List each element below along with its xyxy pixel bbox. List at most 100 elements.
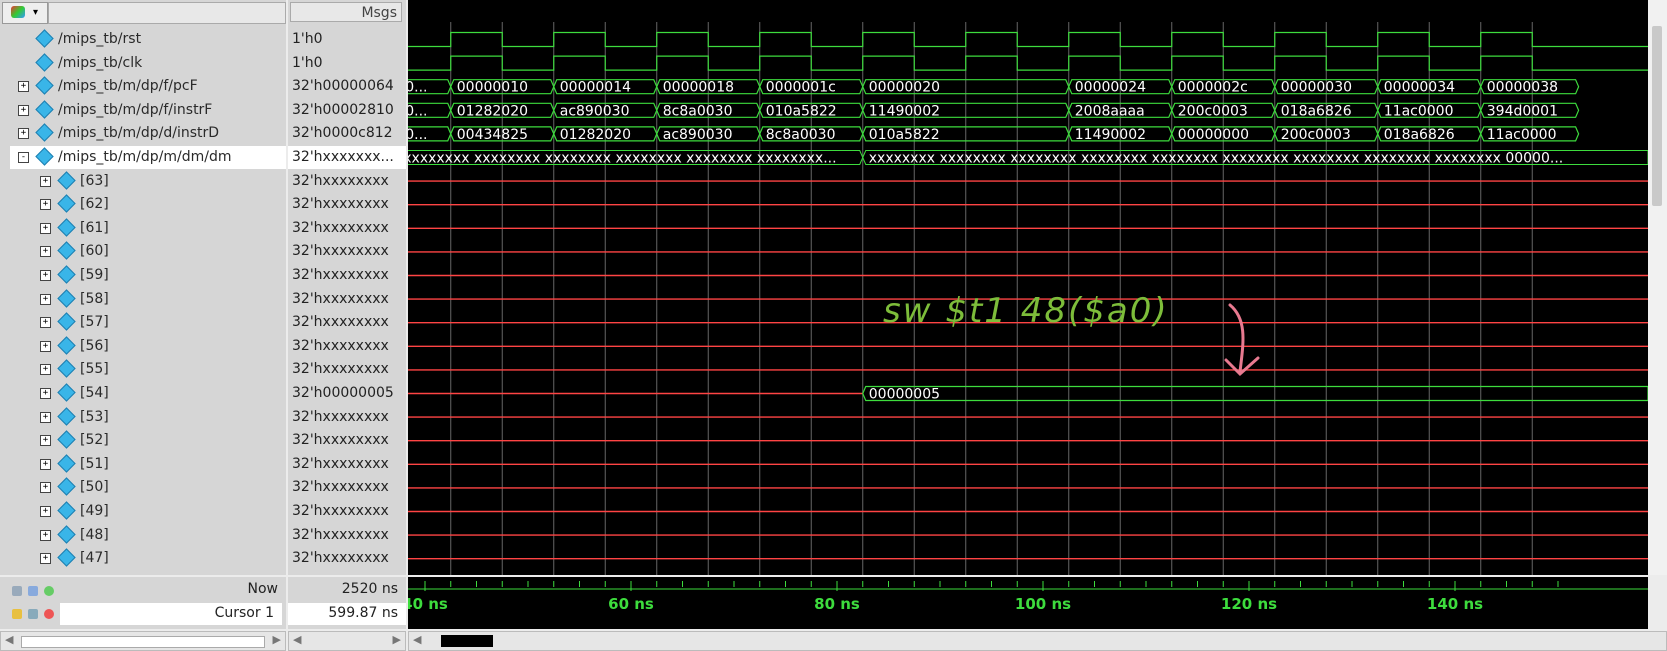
signal-value[interactable]: 32'hxxxxxxxx [288,476,406,499]
expand-icon[interactable]: + [18,128,29,140]
expand-icon[interactable]: + [18,104,29,116]
ruler-tick-label: 80 ns [814,595,860,613]
expand-icon[interactable]: + [40,553,51,565]
signal-value[interactable]: 32'hxxxxxxxx [288,453,406,476]
expand-icon[interactable]: + [40,270,51,281]
signal-row[interactable]: /mips_tb/rst [10,28,286,51]
name-column-header[interactable] [48,2,286,24]
diamond-icon [57,454,76,473]
signal-value[interactable]: 32'hxxxxxxxx [288,170,406,193]
diamond-icon [57,218,76,237]
signal-value[interactable]: 32'h00002810 [288,99,406,122]
name-pane-hscrollbar[interactable]: ◀ ▶ [0,631,286,651]
waveform-pane[interactable]: 0... 00000010 00000014 00000018 0000001c 0000… [408,0,1648,575]
signal-row[interactable]: + /mips_tb/m/dp/d/instrD [10,122,286,145]
signal-value[interactable]: 32'hxxxxxxxx [288,217,406,240]
name-pane-hscroll-thumb[interactable] [21,636,265,648]
signal-row[interactable]: + [53] [10,406,286,429]
msgs-column-header[interactable]: Msgs [290,2,402,22]
signal-row[interactable]: + [59] [10,264,286,287]
signal-row[interactable]: + [56] [10,335,286,358]
signal-value[interactable]: 32'hxxxxxxxx [288,547,406,570]
signal-value[interactable]: 32'hxxxxxxxx [288,524,406,547]
signal-row[interactable]: + [51] [10,453,286,476]
clock-trace [408,31,1648,48]
signal-value[interactable]: 32'h00000064 [288,75,406,98]
zoom-icon[interactable] [12,586,22,596]
signal-value[interactable]: 32'h0000c812 [288,122,406,145]
expand-icon[interactable]: + [40,222,51,234]
waveform-hscroll-thumb[interactable] [441,635,493,647]
diamond-icon [57,194,76,213]
signal-value[interactable]: 32'hxxxxxxxx [288,193,406,216]
scroll-left-icon[interactable]: ◀ [5,633,13,646]
cursor-name-field[interactable]: Cursor 1 [60,603,282,625]
expand-icon[interactable]: + [40,388,51,399]
value-pane-hscrollbar[interactable]: ◀ ▶ [288,631,406,651]
monitor-icon[interactable] [28,586,38,596]
signal-value[interactable]: 1'h0 [288,52,406,75]
signal-value[interactable]: 32'hxxxxxxxx [288,335,406,358]
signal-value[interactable]: 32'hxxxxxxxx [288,500,406,523]
lock-icon[interactable] [12,609,22,619]
signal-row[interactable]: + [54] [10,382,286,405]
expand-icon[interactable]: + [40,529,51,541]
scroll-left-icon[interactable]: ◀ [413,633,421,646]
expand-icon[interactable]: + [18,81,29,93]
vertical-scrollbar-thumb[interactable] [1652,26,1662,206]
signal-value[interactable]: 32'hxxxxxxxx [288,288,406,311]
expand-icon[interactable]: + [40,411,51,423]
scroll-left-icon[interactable]: ◀ [293,633,301,646]
expand-icon[interactable]: + [40,482,51,494]
signal-row[interactable]: + [55] [10,358,286,381]
signal-row[interactable]: + [58] [10,288,286,311]
expand-icon[interactable]: + [40,458,51,470]
signal-value[interactable]: 32'h00000005 [288,382,406,405]
timeline-ruler[interactable]: 40 ns 60 ns 80 ns 100 ns 120 ns 140 ns [408,577,1648,629]
signal-value[interactable]: 32'hxxxxxxxx [288,406,406,429]
signal-row[interactable]: + [61] [10,217,286,240]
expand-icon[interactable]: + [40,340,51,352]
wrench-icon[interactable] [28,609,38,619]
signal-value[interactable]: 32'hxxxxxxx... [288,146,406,169]
expand-icon[interactable]: + [40,435,51,447]
remove-cursor-icon[interactable] [44,609,54,619]
signal-value[interactable]: 1'h0 [288,28,406,51]
waveform-hscrollbar[interactable]: ◀ [408,631,1667,651]
signal-row[interactable]: - /mips_tb/m/dp/m/dm/dm [10,146,286,169]
signal-row[interactable]: + /mips_tb/m/dp/f/pcF [10,75,286,98]
signal-value[interactable]: 32'hxxxxxxxx [288,264,406,287]
timeline-ruler-canvas[interactable]: 40 ns 60 ns 80 ns 100 ns 120 ns 140 ns [408,577,1648,629]
signal-row[interactable]: + [62] [10,193,286,216]
expand-icon[interactable]: + [40,293,51,305]
collapse-icon[interactable]: - [18,152,29,163]
signal-value[interactable]: 32'hxxxxxxxx [288,429,406,452]
waveform-canvas[interactable]: 0... 00000010 00000014 00000018 0000001c 0000… [408,0,1648,575]
signal-row[interactable]: + [49] [10,500,286,523]
signal-row[interactable]: + [57] [10,311,286,334]
wave-toolbar-button[interactable]: ▾ [2,2,48,24]
signal-row[interactable]: + [48] [10,524,286,547]
expand-icon[interactable]: + [40,506,51,517]
ruler-tick-label: 40 ns [408,595,448,613]
cursor-value-field[interactable]: 599.87 ns [288,603,406,625]
signal-row[interactable]: + [60] [10,240,286,263]
expand-icon[interactable]: + [40,317,51,329]
signal-row[interactable]: /mips_tb/clk [10,52,286,75]
signal-row[interactable]: + [52] [10,429,286,452]
scroll-right-icon[interactable]: ▶ [393,633,401,646]
add-cursor-icon[interactable] [44,586,54,596]
signal-row[interactable]: + [50] [10,476,286,499]
signal-row[interactable]: + /mips_tb/m/dp/f/instrF [10,99,286,122]
signal-value[interactable]: 32'hxxxxxxxx [288,358,406,381]
signal-row[interactable]: + [63] [10,170,286,193]
expand-icon[interactable]: + [40,175,51,187]
signal-row[interactable]: + [47] [10,547,286,570]
scroll-right-icon[interactable]: ▶ [273,633,281,646]
expand-icon[interactable]: + [40,246,51,258]
expand-icon[interactable]: + [40,199,51,211]
vertical-scrollbar[interactable] [1648,0,1667,575]
expand-icon[interactable]: + [40,364,51,376]
signal-value[interactable]: 32'hxxxxxxxx [288,240,406,263]
signal-value[interactable]: 32'hxxxxxxxx [288,311,406,334]
